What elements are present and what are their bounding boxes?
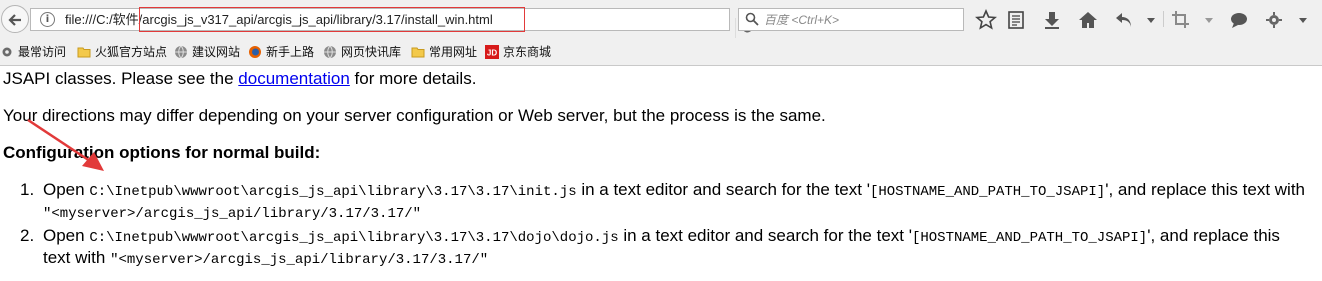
chat-icon[interactable] bbox=[1228, 9, 1250, 31]
text: JSAPI classes. Please see the bbox=[3, 69, 239, 88]
dropdown-icon[interactable] bbox=[1292, 9, 1314, 31]
text: in a text editor and search for the text… bbox=[618, 226, 912, 245]
text: for more details. bbox=[349, 69, 477, 88]
replacement-value: "<myserver>/arcgis_js_api/library/3.17/3… bbox=[110, 252, 489, 268]
bookmark-label: 网页快讯库 bbox=[341, 45, 402, 59]
list-number: 1. bbox=[20, 180, 35, 199]
list-item: 2. Open C:\Inetpub\wwwroot\arcgis_js_api\… bbox=[20, 226, 1310, 270]
folder-icon bbox=[411, 47, 425, 58]
bookmark-label: 常用网址 bbox=[429, 45, 478, 59]
star-icon[interactable] bbox=[975, 9, 997, 31]
folder-icon bbox=[77, 47, 91, 58]
dropdown-icon[interactable] bbox=[1140, 9, 1162, 31]
documentation-link[interactable]: documentation bbox=[238, 69, 350, 88]
globe-icon bbox=[175, 45, 187, 59]
placeholder-token: [HOSTNAME_AND_PATH_TO_JSAPI] bbox=[869, 184, 1106, 200]
section-heading: Configuration options for normal build: bbox=[3, 143, 321, 162]
download-icon[interactable] bbox=[1041, 9, 1063, 31]
text: in a text editor and search for the text… bbox=[576, 180, 870, 199]
placeholder-token: [HOSTNAME_AND_PATH_TO_JSAPI] bbox=[911, 230, 1148, 246]
bookmark-label: 新手上路 bbox=[266, 45, 315, 59]
jd-icon: JD bbox=[485, 45, 499, 59]
crop-icon[interactable] bbox=[1170, 9, 1192, 31]
separator bbox=[1163, 11, 1164, 27]
paragraph: JSAPI classes. Please see the documentat… bbox=[3, 69, 476, 89]
dropdown-icon[interactable] bbox=[1198, 9, 1220, 31]
search-icon bbox=[745, 12, 759, 26]
text: Open bbox=[43, 180, 90, 199]
file-path: C:\Inetpub\wwwroot\arcgis_js_api\library… bbox=[89, 230, 619, 246]
back-icon bbox=[8, 14, 21, 26]
search-placeholder: 百度 <Ctrl+K> bbox=[764, 13, 840, 27]
undo-icon[interactable] bbox=[1113, 9, 1135, 31]
svg-text:JD: JD bbox=[487, 49, 497, 58]
file-path: C:\Inetpub\wwwroot\arcgis_js_api\library… bbox=[89, 184, 577, 200]
search-bar[interactable]: 百度 <Ctrl+K> bbox=[738, 8, 964, 31]
bookmark-label: 京东商城 bbox=[503, 45, 552, 59]
navigation-toolbar: i file:///C:/软件/arcgis_js_v317_api/arcgi… bbox=[0, 0, 1322, 40]
page-content: JSAPI classes. Please see the documentat… bbox=[0, 66, 1322, 281]
gear-icon bbox=[2, 47, 12, 57]
info-icon[interactable]: i bbox=[40, 12, 55, 27]
bookmark-label: 最常访问 bbox=[18, 45, 67, 59]
paragraph: Your directions may differ depending on … bbox=[3, 106, 826, 125]
reading-list-icon[interactable] bbox=[1005, 9, 1027, 31]
home-icon[interactable] bbox=[1077, 9, 1099, 31]
url-highlight-annotation bbox=[139, 7, 525, 32]
settings-icon[interactable] bbox=[1263, 9, 1285, 31]
text: ', and replace this text with bbox=[1105, 180, 1305, 199]
bookmark-label: 火狐官方站点 bbox=[95, 45, 168, 59]
replacement-value: "<myserver>/arcgis_js_api/library/3.17/3… bbox=[43, 206, 422, 222]
back-button[interactable] bbox=[1, 5, 29, 33]
globe-icon bbox=[324, 45, 336, 59]
bookmark-label: 建议网站 bbox=[192, 45, 241, 59]
steps-list: 1. Open C:\Inetpub\wwwroot\arcgis_js_api\… bbox=[20, 180, 1310, 272]
text: Open bbox=[43, 226, 90, 245]
list-item: 1. Open C:\Inetpub\wwwroot\arcgis_js_api\… bbox=[20, 180, 1310, 224]
firefox-icon bbox=[249, 46, 261, 58]
list-number: 2. bbox=[20, 226, 35, 245]
